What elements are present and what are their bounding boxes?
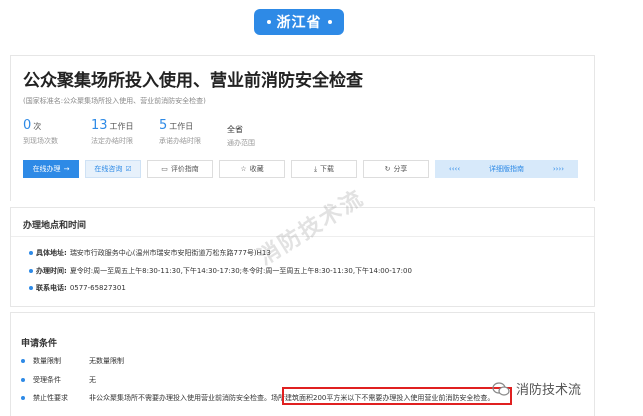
stat-promised-label: 承诺办结时限 bbox=[159, 137, 201, 145]
bullet-icon bbox=[21, 378, 25, 382]
phone-row: 联系电话: 0577-65827301 bbox=[29, 283, 126, 293]
hours-key: 办理时间: bbox=[36, 267, 67, 275]
evaluate-guide-button[interactable]: ▭ 评价指南 bbox=[147, 160, 213, 178]
document-icon: ▭ bbox=[161, 165, 168, 173]
dot-icon bbox=[327, 20, 332, 24]
location-title: 办理地点和时间 bbox=[23, 221, 87, 231]
phone-value: 0577-65827301 bbox=[69, 284, 126, 292]
condition-key: 禁止性要求 bbox=[33, 394, 68, 402]
arrow-right-icon: → bbox=[63, 165, 70, 173]
stat-scope-label: 通办范围 bbox=[227, 139, 255, 147]
bullet-icon bbox=[29, 286, 33, 290]
service-card: 公众聚集场所投入使用、营业前消防安全检查 (国家标准名:公众聚集场所投入使用、营… bbox=[10, 55, 595, 201]
stat-legal-num: 13 bbox=[91, 118, 108, 133]
evaluate-guide-label: 评价指南 bbox=[170, 165, 199, 173]
address-row: 具体地址: 瑞安市行政服务中心(温州市瑞安市安阳街道万松东路777号)H13 bbox=[29, 248, 271, 258]
checkbox-icon: ☑ bbox=[125, 165, 132, 173]
condition-value: 无数量限制 bbox=[89, 357, 124, 365]
conditions-title: 申请条件 bbox=[21, 339, 58, 349]
stat-visits-label: 到现场次数 bbox=[23, 137, 58, 145]
stat-promised-limit: 5 工作日 承诺办结时限 bbox=[159, 118, 227, 148]
star-icon: ☆ bbox=[240, 165, 247, 173]
stat-legal-unit: 工作日 bbox=[109, 122, 134, 131]
online-apply-label: 在线办理 bbox=[32, 165, 61, 173]
stat-legal-limit: 13 工作日 法定办结时限 bbox=[91, 118, 159, 148]
stat-scope-value: 全省 bbox=[227, 125, 243, 134]
download-label: 下载 bbox=[320, 165, 335, 173]
bullet-icon bbox=[21, 396, 25, 400]
online-apply-button[interactable]: 在线办理 → bbox=[23, 160, 79, 178]
bullet-icon bbox=[21, 359, 25, 363]
share-button[interactable]: ↻ 分享 bbox=[363, 160, 429, 178]
address-key: 具体地址: bbox=[36, 249, 67, 257]
phone-key: 联系电话: bbox=[36, 284, 67, 292]
hours-value: 夏令时:周一至周五上午8:30-11:30,下午14:30-17:30;冬令时:… bbox=[69, 267, 412, 275]
condition-row: 数量限制 无数量限制 bbox=[21, 356, 124, 366]
condition-key: 数量限制 bbox=[33, 357, 61, 365]
address-value: 瑞安市行政服务中心(温州市瑞安市安阳街道万松东路777号)H13 bbox=[69, 249, 271, 257]
condition-key: 受理条件 bbox=[33, 376, 61, 384]
stat-legal-label: 法定办结时限 bbox=[91, 137, 133, 145]
highlight-box bbox=[282, 387, 512, 405]
stat-scope: 全省 通办范围 bbox=[227, 118, 302, 148]
service-title: 公众聚集场所投入使用、营业前消防安全检查 bbox=[23, 71, 363, 91]
download-icon: ⤓ bbox=[313, 164, 318, 173]
wechat-label: 消防技术流 bbox=[516, 383, 582, 398]
share-icon: ↻ bbox=[384, 165, 391, 173]
stat-visits-unit: 次 bbox=[33, 122, 42, 131]
stat-visits-num: 0 bbox=[23, 118, 32, 133]
stat-promised-unit: 工作日 bbox=[169, 122, 194, 131]
online-consult-label: 在线咨询 bbox=[94, 165, 123, 173]
chevrons-right-icon: ›››› bbox=[552, 165, 565, 173]
share-label: 分享 bbox=[393, 165, 408, 173]
wechat-badge: 消防技术流 bbox=[492, 379, 581, 398]
dot-icon bbox=[266, 20, 271, 24]
detailed-guide-label: 详细版指南 bbox=[488, 165, 524, 173]
favorite-label: 收藏 bbox=[249, 165, 264, 173]
detailed-guide-button[interactable]: ‹‹‹‹ 详细版指南 ›››› bbox=[435, 160, 578, 178]
service-subtitle: (国家标准名:公众聚集场所投入使用、营业前消防安全检查) bbox=[23, 97, 206, 105]
wechat-icon bbox=[492, 381, 510, 396]
stat-visits: 0次 到现场次数 bbox=[23, 118, 91, 148]
action-bar: 在线办理 → 在线咨询 ☑ ▭ 评价指南 ☆ 收藏 ⤓ 下载 ↻ 分享 ‹‹‹‹… bbox=[23, 160, 578, 178]
online-consult-button[interactable]: 在线咨询 ☑ bbox=[85, 160, 141, 178]
condition-value: 无 bbox=[89, 376, 96, 384]
condition-row: 受理条件 无 bbox=[21, 375, 96, 385]
chevrons-left-icon: ‹‹‹‹ bbox=[448, 165, 461, 173]
region-label: 浙江省 bbox=[276, 15, 322, 31]
region-badge: 浙江省 bbox=[254, 9, 344, 35]
bullet-icon bbox=[29, 251, 33, 255]
stat-promised-num: 5 bbox=[159, 118, 168, 133]
service-stats: 0次 到现场次数 13 工作日 法定办结时限 5 工作日 承诺办结时限 全省 通办范… bbox=[23, 118, 302, 148]
favorite-button[interactable]: ☆ 收藏 bbox=[219, 160, 285, 178]
hours-row: 办理时间: 夏令时:周一至周五上午8:30-11:30,下午14:30-17:3… bbox=[29, 266, 412, 276]
bullet-icon bbox=[29, 269, 33, 273]
download-button[interactable]: ⤓ 下载 bbox=[291, 160, 357, 178]
